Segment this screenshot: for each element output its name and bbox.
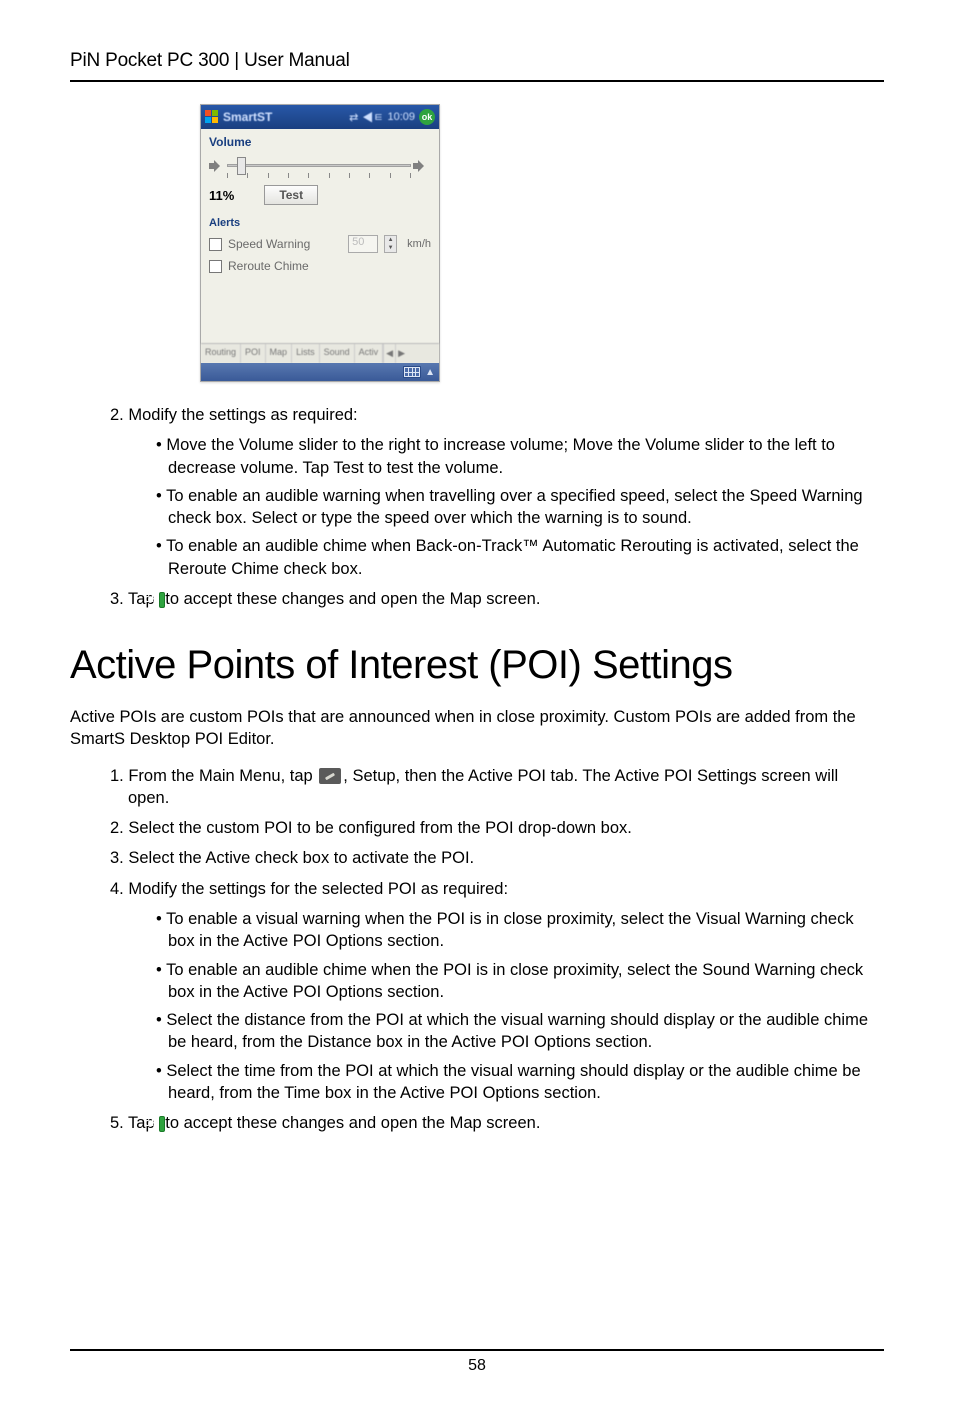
ok-button[interactable]: ok xyxy=(419,109,435,125)
section-heading: Active Points of Interest (POI) Settings xyxy=(70,638,884,692)
poi-step-3: 3. Select the Active check box to activa… xyxy=(110,847,884,869)
status-indicators: ⇄ ◀ㅌ 10:09 xyxy=(349,109,415,125)
start-icon[interactable] xyxy=(205,110,219,124)
keyboard-icon[interactable] xyxy=(403,366,421,378)
tab-active[interactable]: Activ xyxy=(355,344,384,363)
bullet-time: Select the time from the POI at which th… xyxy=(156,1060,884,1105)
sip-arrow-icon[interactable]: ▲ xyxy=(425,367,435,378)
poi-step-4: 4. Modify the settings for the selected … xyxy=(110,878,884,900)
volume-percentage: 11% xyxy=(209,188,234,203)
section-intro: Active POIs are custom POIs that are ann… xyxy=(70,706,884,751)
bullet-reroute-chime: To enable an audible chime when Back-on-… xyxy=(156,535,884,580)
poi-step-1: 1. From the Main Menu, tap , Setup, then… xyxy=(110,765,884,810)
speaker-icon: ◀ㅌ xyxy=(362,109,383,125)
speed-spinner[interactable]: ▲▼ xyxy=(384,235,397,253)
speed-warning-label: Speed Warning xyxy=(228,237,342,251)
volume-slider[interactable] xyxy=(227,155,411,177)
tab-scroll-left[interactable]: ◀ xyxy=(383,344,395,363)
poi-step-2: 2. Select the custom POI to be configure… xyxy=(110,817,884,839)
step-2: 2. Modify the settings as required: xyxy=(110,404,884,426)
test-button[interactable]: Test xyxy=(264,185,318,205)
page-footer: 58 xyxy=(70,1349,884,1375)
tab-poi[interactable]: POI xyxy=(241,344,266,363)
device-screenshot: SmartST ⇄ ◀ㅌ 10:09 ok Volume 11% xyxy=(200,104,440,382)
reroute-chime-checkbox[interactable] xyxy=(209,260,222,273)
tab-scroll-right[interactable]: ▶ xyxy=(395,344,407,363)
bullet-distance: Select the distance from the POI at whic… xyxy=(156,1009,884,1054)
poi-step-5: 5. Tap okto accept these changes and ope… xyxy=(110,1112,884,1134)
bullet-sound-warning: To enable an audible chime when the POI … xyxy=(156,959,884,1004)
app-title: SmartST xyxy=(223,110,272,124)
bullet-volume-slider: Move the Volume slider to the right to i… xyxy=(156,434,884,479)
tab-map[interactable]: Map xyxy=(266,344,293,363)
body-text: 2. Modify the settings as required: Move… xyxy=(70,404,884,1134)
speed-unit: km/h xyxy=(407,238,431,250)
tab-sound[interactable]: Sound xyxy=(320,344,355,363)
clock-text: 10:09 xyxy=(387,111,415,123)
sip-bar: ▲ xyxy=(201,363,439,381)
setup-icon xyxy=(319,768,341,784)
tab-lists[interactable]: Lists xyxy=(292,344,320,363)
bullet-speed-warning: To enable an audible warning when travel… xyxy=(156,485,884,530)
title-bar: SmartST ⇄ ◀ㅌ 10:09 ok xyxy=(201,105,439,129)
step-3: 3. Tap okto accept these changes and ope… xyxy=(110,588,884,610)
reroute-chime-label: Reroute Chime xyxy=(228,259,431,273)
tab-strip: Routing POI Map Lists Sound Activ ◀ ▶ xyxy=(201,343,439,363)
speaker-min-icon xyxy=(209,159,225,173)
page-header: PiN Pocket PC 300 | User Manual xyxy=(70,50,884,82)
speed-warning-checkbox[interactable] xyxy=(209,238,222,251)
bullet-visual-warning: To enable a visual warning when the POI … xyxy=(156,908,884,953)
page-number: 58 xyxy=(468,1357,486,1374)
connection-icon: ⇄ xyxy=(349,111,358,124)
speaker-max-icon xyxy=(413,159,431,173)
tab-routing[interactable]: Routing xyxy=(201,344,241,363)
alerts-section-title: Alerts xyxy=(209,217,431,229)
speed-value-input[interactable]: 50 xyxy=(348,235,378,253)
volume-section-title: Volume xyxy=(209,135,431,149)
